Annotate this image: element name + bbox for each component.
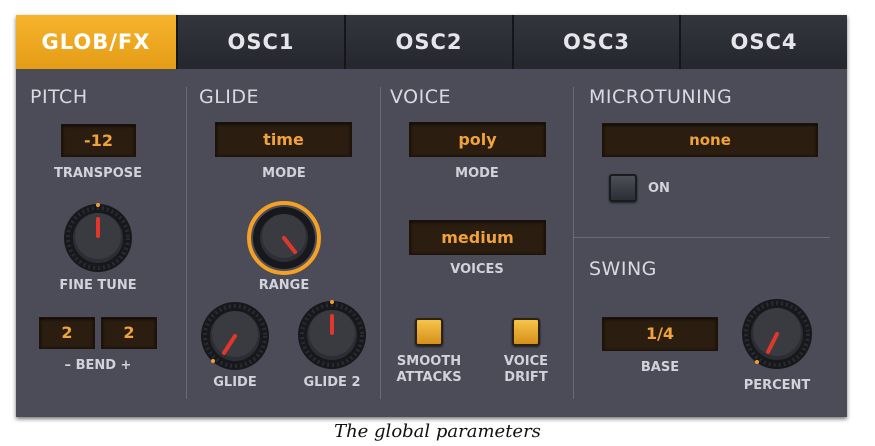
- microtuning-display[interactable]: none: [602, 123, 818, 157]
- microtuning-on-toggle[interactable]: [609, 174, 637, 202]
- glide2-label: GLIDE 2: [303, 375, 361, 390]
- fine-tune-label: FINE TUNE: [59, 278, 137, 293]
- voice-mode-label: MODE: [455, 166, 499, 181]
- tab-bar: GLOB/FX OSC1 OSC2 OSC3 OSC4: [16, 15, 847, 69]
- tab-glob-fx[interactable]: GLOB/FX: [16, 15, 178, 69]
- voices-display[interactable]: medium: [409, 220, 546, 255]
- glide-knob[interactable]: [200, 301, 270, 371]
- smooth-attacks-toggle[interactable]: [415, 318, 443, 346]
- divider-micro-swing: [573, 237, 830, 238]
- transpose-label: TRANSPOSE: [53, 166, 142, 181]
- divider-voice-micro: [573, 87, 574, 399]
- global-panel: GLOB/FX OSC1 OSC2 OSC3 OSC4 PITCH -12 TR…: [16, 15, 847, 417]
- glide2-knob[interactable]: [297, 300, 367, 370]
- voice-title: VOICE: [390, 86, 451, 108]
- smooth-attacks-label: SMOOTH ATTACKS: [389, 354, 469, 386]
- microtuning-on-label: ON: [648, 181, 670, 196]
- bend-down-display[interactable]: 2: [39, 317, 95, 349]
- swing-title: SWING: [589, 258, 657, 280]
- divider-glide-voice: [380, 87, 381, 399]
- range-label: RANGE: [258, 278, 310, 293]
- pitch-title: PITCH: [30, 86, 88, 108]
- voice-drift-label-line1: VOICE: [503, 354, 549, 369]
- voices-label: VOICES: [450, 262, 504, 277]
- smooth-attacks-label-line2: ATTACKS: [396, 370, 462, 385]
- tab-osc2[interactable]: OSC2: [346, 15, 514, 69]
- voice-drift-label: VOICE DRIFT: [486, 354, 566, 386]
- swing-base-display[interactable]: 1/4: [602, 317, 718, 351]
- voice-mode-display[interactable]: poly: [409, 122, 546, 157]
- glide-mode-display[interactable]: time: [215, 122, 352, 157]
- fine-tune-knob[interactable]: [63, 203, 133, 273]
- glide-mode-label: MODE: [262, 166, 306, 181]
- figure-caption: The global parameters: [334, 421, 541, 442]
- smooth-attacks-label-line1: SMOOTH: [396, 354, 462, 369]
- divider-pitch-glide: [186, 87, 187, 399]
- transpose-display[interactable]: -12: [61, 124, 136, 157]
- bend-up-display[interactable]: 2: [101, 317, 157, 349]
- bend-label: – BEND +: [64, 358, 132, 373]
- swing-percent-label: PERCENT: [743, 378, 811, 393]
- swing-percent-knob[interactable]: [741, 298, 813, 370]
- range-knob[interactable]: [247, 201, 321, 275]
- glide-label: GLIDE: [213, 375, 257, 390]
- microtuning-title: MICROTUNING: [589, 86, 733, 108]
- voice-drift-toggle[interactable]: [512, 318, 540, 346]
- glide-title: GLIDE: [199, 86, 260, 108]
- tab-osc3[interactable]: OSC3: [514, 15, 681, 69]
- tab-osc4[interactable]: OSC4: [681, 15, 847, 69]
- tab-osc1[interactable]: OSC1: [178, 15, 346, 69]
- voice-drift-label-line2: DRIFT: [504, 370, 548, 385]
- swing-base-label: BASE: [640, 360, 680, 375]
